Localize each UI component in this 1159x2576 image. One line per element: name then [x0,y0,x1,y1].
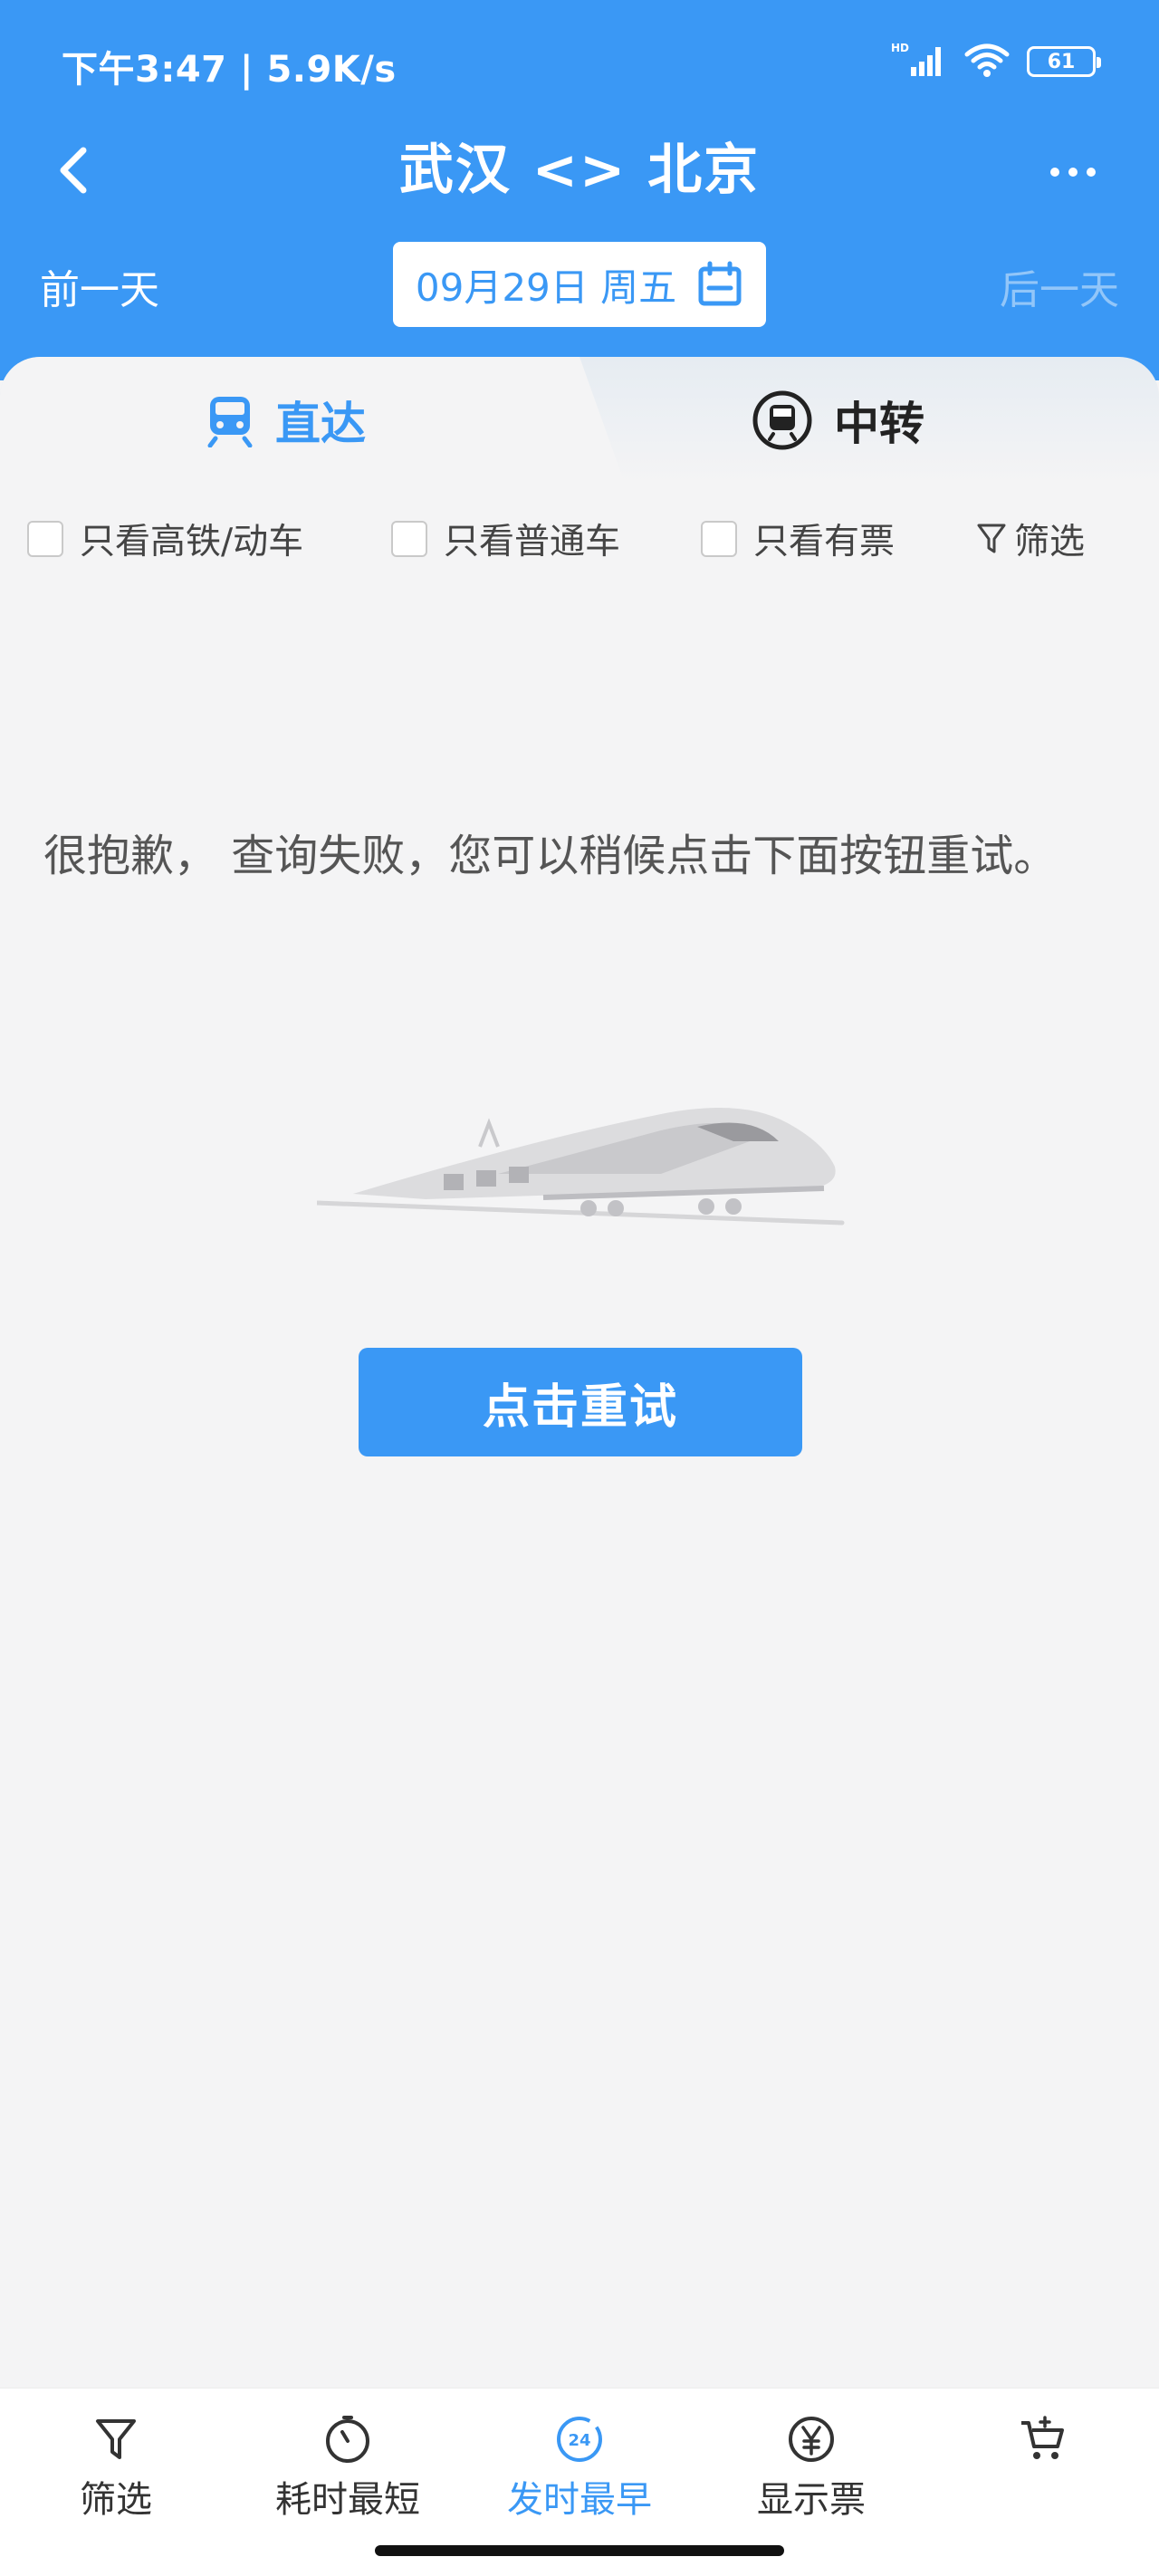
checkbox[interactable] [701,521,737,557]
tab-bar: 直达 中转 [0,357,1159,484]
more-button[interactable] [1032,145,1114,199]
checkbox[interactable] [391,521,427,557]
clock-24-icon: 24 [557,2417,602,2462]
cart-icon [1021,2416,1064,2459]
bottom-item-label: 显示票 [757,2479,866,2521]
calendar-icon [698,261,742,306]
train-image [314,1107,845,1226]
date-label: 09月29日 周五 [415,264,677,310]
yen-icon [789,2417,834,2462]
error-message: 很抱歉， 查询失败，您可以稍候点击下面按钮重试。 [43,831,1058,881]
wifi-icon [963,42,1011,82]
nav-bar: 武汉 <> 北京 [0,118,1159,217]
more-dot [1087,168,1096,177]
filter-available[interactable]: 只看有票 [701,507,895,571]
bottom-item-label: 筛选 [80,2479,152,2521]
more-dot [1050,168,1059,177]
tab-direct[interactable]: 直达 [0,357,625,484]
home-indicator[interactable] [375,2545,784,2556]
battery-icon: 61 [1027,46,1101,77]
more-dot [1068,168,1078,177]
bottom-item-label: 耗时最短 [275,2479,420,2521]
checkbox[interactable] [27,521,63,557]
status-icons: HD 61 [891,42,1101,82]
date-bar: 前一天 09月29日 周五 后一天 [0,237,1159,328]
filter-button[interactable]: 筛选 [976,507,1085,571]
next-day-button: 后一天 [1000,267,1119,313]
bottom-cart-button[interactable] [934,2414,1152,2470]
bottom-earliest-button[interactable]: 24 发时最早 [471,2414,688,2523]
bottom-item-label: 发时最早 [507,2479,652,2521]
date-picker[interactable]: 09月29日 周五 [393,242,766,327]
battery-level: 61 [1047,50,1076,73]
signal-icon: HD [891,42,947,82]
train-icon [207,397,253,447]
page-title: 武汉 <> 北京 [398,139,761,202]
status-time: 下午3:47 | 5.9K/s [62,49,397,91]
bottom-show-tickets-button[interactable]: 显示票 [703,2414,920,2523]
transfer-train-icon [752,390,812,450]
prev-day-button[interactable]: 前一天 [40,257,159,315]
train-illustration [314,1087,860,1241]
stopwatch-icon [326,2416,369,2463]
filter-label: 只看有票 [753,522,896,562]
network-label: HD [891,42,909,54]
filter-high-speed[interactable]: 只看高铁/动车 [27,507,303,571]
retry-button[interactable]: 点击重试 [359,1348,802,1456]
funnel-icon [977,524,1006,553]
funnel-icon [96,2419,136,2459]
tab-label: 直达 [275,398,366,450]
bottom-shortest-button[interactable]: 耗时最短 [239,2414,456,2523]
filter-regular[interactable]: 只看普通车 [391,507,620,571]
bottom-filter-button[interactable]: 筛选 [7,2414,225,2523]
header: 下午3:47 | 5.9K/s HD 61 武汉 <> 北京 前一天 09月29… [0,0,1159,380]
filter-row: 只看高铁/动车 只看普通车 只看有票 筛选 [0,507,1159,571]
tab-label: 中转 [834,398,924,450]
tab-transfer[interactable]: 中转 [625,357,1159,484]
clock-badge: 24 [568,2431,590,2450]
filter-label: 只看普通车 [444,522,621,562]
filter-label: 只看高铁/动车 [80,522,304,562]
status-bar: 下午3:47 | 5.9K/s HD 61 [0,0,1159,127]
filter-label: 筛选 [1014,522,1086,562]
